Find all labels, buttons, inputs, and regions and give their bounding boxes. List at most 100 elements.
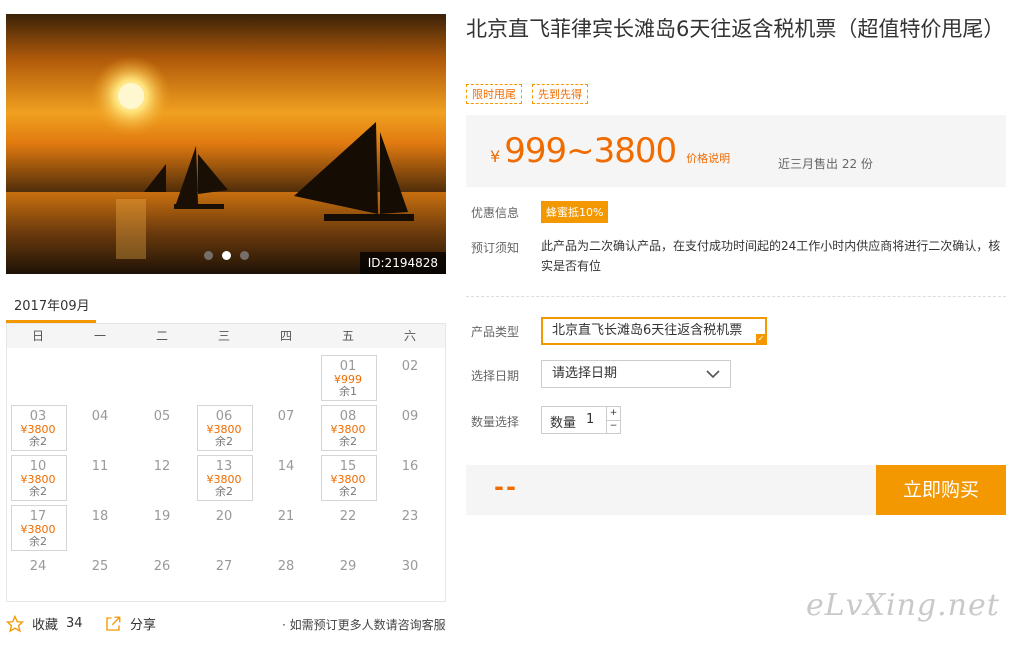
date-placeholder: 请选择日期	[552, 366, 618, 381]
weekday-label: 三	[217, 329, 230, 343]
calendar-day-remaining: 余2	[215, 435, 233, 448]
calendar-empty-day	[69, 352, 131, 402]
calendar-day-available[interactable]: 10 ¥3800 余2	[7, 452, 69, 502]
calendar-day: 02	[379, 352, 441, 402]
calendar-weekday-header: 日一二三四五六	[7, 324, 445, 348]
check-icon: ✓	[756, 334, 765, 343]
calendar-day-number: 05	[153, 409, 171, 424]
calendar-day: 16	[379, 452, 441, 502]
favorite-count: 34	[66, 616, 83, 631]
calendar-day: 04	[69, 402, 131, 452]
calendar-empty-day	[193, 352, 255, 402]
calendar-day-available[interactable]: 15 ¥3800 余2	[317, 452, 379, 502]
share-label: 分享	[130, 618, 157, 633]
price-explain-link[interactable]: 价格说明	[686, 150, 730, 166]
product-tags: 限时甩尾 先到先得	[466, 84, 588, 104]
total-price: --	[494, 473, 518, 501]
weekday-label: 日	[31, 329, 44, 343]
calendar-day: 25	[69, 552, 131, 602]
slide-indicators	[204, 251, 249, 260]
calendar-day-number: 11	[91, 459, 109, 474]
calendar-day-number: 02	[401, 359, 419, 374]
notice-text: 此产品为二次确认产品，在支付成功时间起的24工作小时内供应商将进行二次确认，核实…	[541, 239, 1001, 273]
calendar-day-number: 18	[91, 509, 109, 524]
calendar-day-number: 04	[91, 409, 109, 424]
calendar-day-remaining: 余2	[215, 485, 233, 498]
watermark-logo: eLvXing.net	[806, 588, 1000, 623]
calendar-day: 09	[379, 402, 441, 452]
calendar-empty-day	[255, 352, 317, 402]
product-type-label: 产品类型	[471, 325, 520, 339]
calendar-day-remaining: 余2	[29, 535, 47, 548]
calendar-day-remaining: 余2	[29, 485, 47, 498]
calendar-day: 26	[131, 552, 193, 602]
calendar-day-number: 25	[91, 559, 109, 574]
calendar-day: 18	[69, 502, 131, 552]
notice-label: 预订须知	[471, 241, 520, 255]
calendar-day: 07	[255, 402, 317, 452]
calendar-day: 21	[255, 502, 317, 552]
calendar-day-number: 12	[153, 459, 171, 474]
date-select[interactable]: 请选择日期	[541, 360, 731, 388]
quantity-value[interactable]: 1	[586, 412, 594, 427]
calendar-month-tab[interactable]: 2017年09月	[14, 295, 90, 314]
calendar-day-number: 22	[339, 509, 357, 524]
calendar-day-number: 09	[401, 409, 419, 424]
booking-note: · 如需预订更多人数请咨询客服	[282, 618, 446, 632]
calendar-day-available[interactable]: 06 ¥3800 余2	[193, 402, 255, 452]
calendar-day-number: 27	[215, 559, 233, 574]
calendar-day: 19	[131, 502, 193, 552]
calendar-day-available[interactable]: 01 ¥999 余1	[317, 352, 379, 402]
calendar-day-number: 07	[277, 409, 295, 424]
quantity-increase-button[interactable]: +	[606, 407, 620, 421]
slide-dot-active[interactable]	[222, 251, 231, 260]
calendar-empty-day	[7, 352, 69, 402]
calendar-day: 29	[317, 552, 379, 602]
share-icon	[106, 616, 121, 631]
calendar-day: 30	[379, 552, 441, 602]
discount-label: 优惠信息	[471, 206, 520, 220]
favorite-button[interactable]: 收藏 34	[6, 614, 83, 633]
calendar-day: 28	[255, 552, 317, 602]
quantity-decrease-button[interactable]: −	[606, 420, 620, 433]
calendar-day-number: 13	[215, 459, 233, 474]
chevron-down-icon	[706, 370, 720, 379]
calendar-day-available[interactable]: 17 ¥3800 余2	[7, 502, 69, 552]
calendar-day-available[interactable]: 13 ¥3800 余2	[193, 452, 255, 502]
price-range: 999~3800	[504, 131, 677, 171]
calendar-day-available[interactable]: 03 ¥3800 余2	[7, 402, 69, 452]
calendar-week-row: 24 25 26 27 28 29 30	[7, 552, 445, 602]
price: ¥ 999~3800 价格说明	[490, 131, 730, 171]
date-label: 选择日期	[471, 369, 520, 383]
share-button[interactable]: 分享	[104, 614, 156, 633]
calendar-day-number: 21	[277, 509, 295, 524]
tag-limited: 限时甩尾	[466, 84, 522, 104]
calendar-day: 11	[69, 452, 131, 502]
product-type-value: 北京直飞长滩岛6天往返含税机票	[552, 323, 743, 338]
calendar-day-number: 06	[215, 409, 233, 424]
calendar-week-row: 03 ¥3800 余2 04 05 06 ¥3800 余2 07 08 ¥3800 余2 09	[7, 402, 445, 452]
discount-badge: 蜂蜜抵10%	[541, 201, 609, 223]
slide-dot[interactable]	[240, 251, 249, 260]
calendar-day: 14	[255, 452, 317, 502]
weekday-label: 六	[403, 329, 416, 343]
section-divider	[466, 296, 1006, 297]
calendar-day-number: 20	[215, 509, 233, 524]
calendar-week-row: 17 ¥3800 余2 18 19 20 21 22 23	[7, 502, 445, 552]
price-panel: ¥ 999~3800 价格说明 近三月售出 22 份	[466, 115, 1006, 187]
calendar-day-available[interactable]: 08 ¥3800 余2	[317, 402, 379, 452]
calendar-day-number: 28	[277, 559, 295, 574]
calendar-day-number: 16	[401, 459, 419, 474]
calendar-day: 27	[193, 552, 255, 602]
calendar-grid: 01 ¥999 余1 02 03 ¥3800 余2 04 05 06 ¥3800 余2 07 08 ¥380…	[7, 348, 445, 602]
price-calendar: 日 一 二 三 四 五 六 01 ¥999 余1 02 03 ¥3800 余2 04 05 06 ¥3800 余2…	[6, 323, 446, 602]
calendar-day-number: 26	[153, 559, 171, 574]
calendar-day-remaining: 余2	[339, 485, 357, 498]
product-type-option[interactable]: 北京直飞长滩岛6天往返含税机票 ✓	[541, 317, 767, 345]
slide-dot[interactable]	[204, 251, 213, 260]
quantity-stepper: 数量 1 + −	[541, 406, 621, 434]
product-photo[interactable]: ID:2194828	[6, 14, 446, 274]
buy-now-button[interactable]: 立即购买	[876, 465, 1006, 515]
calendar-week-row: 01 ¥999 余1 02	[7, 352, 445, 402]
calendar-day-number: 10	[29, 459, 47, 474]
